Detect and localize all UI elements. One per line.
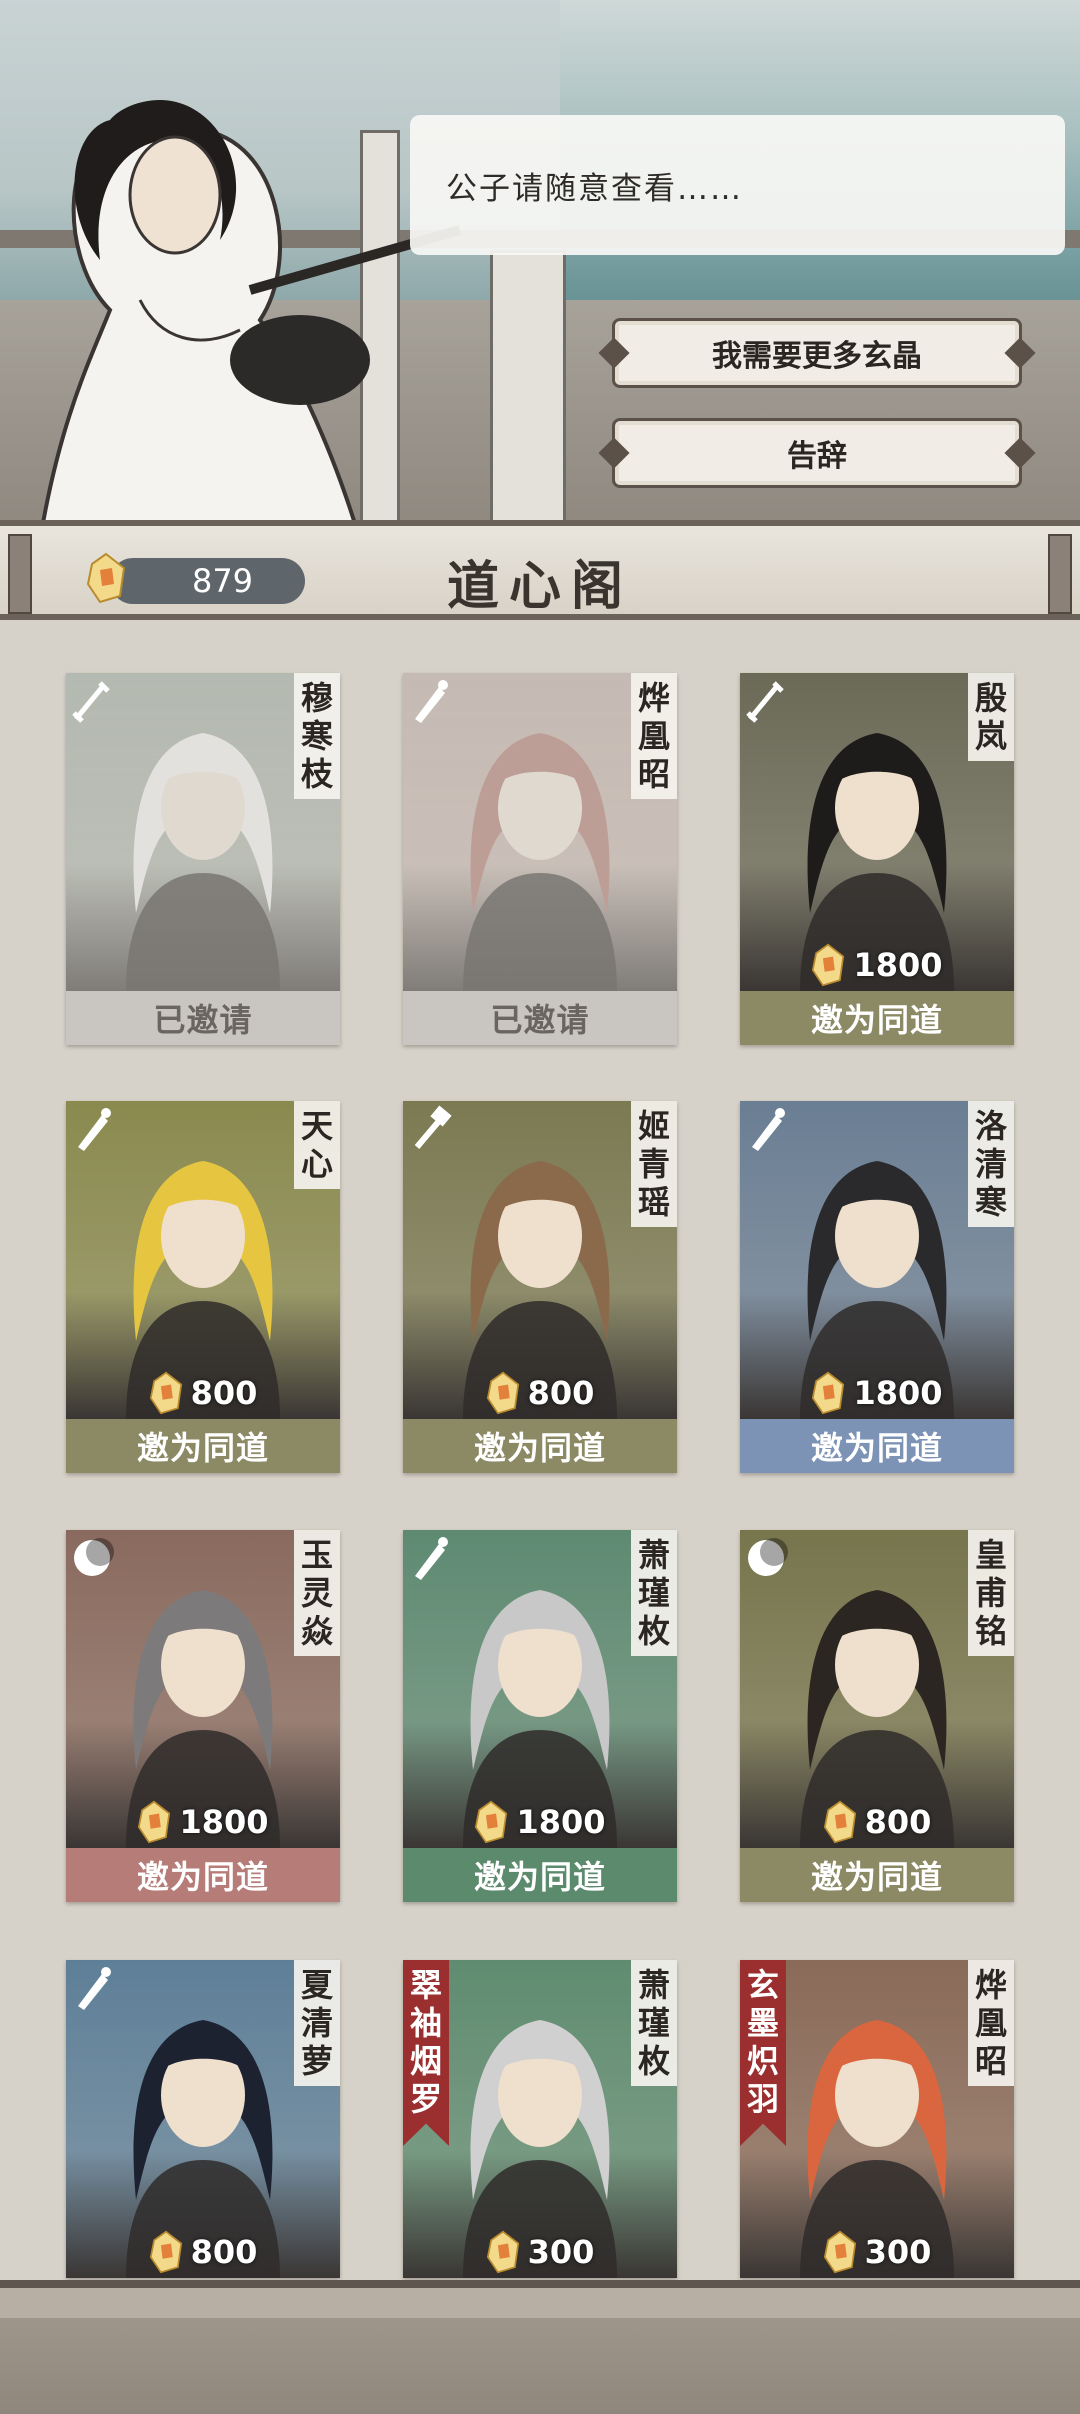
farewell-button[interactable]: 告辞 xyxy=(612,418,1022,488)
companion-card[interactable]: 1800 殷岚邀为同道 xyxy=(740,673,1014,1045)
price-value: 1800 xyxy=(179,1803,269,1841)
price-value: 1800 xyxy=(853,1374,943,1412)
companion-card[interactable]: 穆寒枝已邀请 xyxy=(66,673,340,1045)
price-value: 800 xyxy=(864,1803,932,1841)
companion-card[interactable]: 1800 玉灵焱邀为同道 xyxy=(66,1530,340,1902)
price-value: 1800 xyxy=(853,946,943,984)
price-value: 800 xyxy=(527,1374,595,1412)
companion-card[interactable]: 800 姬青瑶邀为同道 xyxy=(403,1101,677,1473)
companion-name: 姬青瑶 xyxy=(631,1101,677,1227)
invite-button[interactable]: 邀为同道 xyxy=(403,1848,677,1902)
crystal-icon xyxy=(486,2230,519,2274)
crystal-icon xyxy=(812,1371,845,1415)
companion-name: 穆寒枝 xyxy=(294,673,340,799)
crystal-icon xyxy=(823,1800,856,1844)
companion-card[interactable]: 800 夏清萝 xyxy=(66,1960,340,2278)
crystal-icon xyxy=(486,1371,519,1415)
companion-card[interactable]: 1800 洛清寒邀为同道 xyxy=(740,1101,1014,1473)
skin-tag: 玄墨炽羽 xyxy=(740,1960,786,2146)
price-value: 300 xyxy=(864,2233,932,2271)
dialog-text: 公子请随意查看…… xyxy=(446,170,743,207)
price-value: 800 xyxy=(190,2233,258,2271)
hammer-icon xyxy=(414,1105,452,1149)
crystal-icon xyxy=(475,1800,508,1844)
invite-button[interactable]: 邀为同道 xyxy=(66,1848,340,1902)
companion-card[interactable]: 烨凰昭已邀请 xyxy=(403,673,677,1045)
companion-card[interactable]: 800 皇甫铭邀为同道 xyxy=(740,1530,1014,1902)
companion-name: 殷岚 xyxy=(968,673,1014,761)
invite-button[interactable]: 邀为同道 xyxy=(66,1419,340,1473)
pillar xyxy=(490,250,566,540)
crystal-icon xyxy=(149,2230,182,2274)
price-label: 1800 xyxy=(403,1800,677,1844)
pen-icon xyxy=(415,680,448,723)
skin-tag: 翠袖烟罗 xyxy=(403,1960,449,2146)
price-label: 1800 xyxy=(740,943,1014,987)
price-label: 800 xyxy=(740,1800,1014,1844)
price-label: 800 xyxy=(66,1371,340,1415)
companion-name: 萧瑾枚 xyxy=(631,1530,677,1656)
price-label: 1800 xyxy=(740,1371,1014,1415)
crystal-icon xyxy=(149,1371,182,1415)
companion-card[interactable]: 300 翠袖烟罗 萧瑾枚 xyxy=(403,1960,677,2278)
shop-title-bar: 879 道心阁 xyxy=(0,520,1080,620)
need-more-crystal-button[interactable]: 我需要更多玄晶 xyxy=(612,318,1022,388)
companion-card[interactable]: 800 天心邀为同道 xyxy=(66,1101,340,1473)
npc-lady-portrait xyxy=(37,100,462,540)
companion-name: 玉灵焱 xyxy=(294,1530,340,1656)
invite-button[interactable]: 邀为同道 xyxy=(740,1419,1014,1473)
companion-name: 烨凰昭 xyxy=(631,673,677,799)
companion-name: 皇甫铭 xyxy=(968,1530,1014,1656)
companion-name: 天心 xyxy=(294,1101,340,1189)
sword-icon xyxy=(72,681,110,723)
invited-status: 已邀请 xyxy=(403,991,677,1045)
invited-status: 已邀请 xyxy=(66,991,340,1045)
price-label: 300 xyxy=(740,2230,1014,2274)
bottom-frame-trim xyxy=(0,2288,1080,2318)
invite-button[interactable]: 邀为同道 xyxy=(740,991,1014,1045)
companion-name: 夏清萝 xyxy=(294,1960,340,2086)
crystal-icon xyxy=(812,943,845,987)
companion-name: 烨凰昭 xyxy=(968,1960,1014,2086)
price-value: 300 xyxy=(527,2233,595,2271)
bottom-frame xyxy=(0,2280,1080,2414)
moon-icon xyxy=(748,1538,788,1576)
price-value: 800 xyxy=(190,1374,258,1412)
companion-card[interactable]: 300 玄墨炽羽 烨凰昭 xyxy=(740,1960,1014,2278)
pen-icon xyxy=(415,1537,448,1580)
pen-icon xyxy=(78,1967,111,2010)
price-value: 1800 xyxy=(516,1803,606,1841)
pen-icon xyxy=(78,1108,111,1151)
companion-card[interactable]: 1800 萧瑾枚邀为同道 xyxy=(403,1530,677,1902)
pen-icon xyxy=(752,1108,785,1151)
invite-button[interactable]: 邀为同道 xyxy=(740,1848,1014,1902)
price-label: 800 xyxy=(66,2230,340,2274)
moon-icon xyxy=(74,1538,114,1576)
price-label: 1800 xyxy=(66,1800,340,1844)
companion-name: 洛清寒 xyxy=(968,1101,1014,1227)
npc-dialog-box: 公子请随意查看…… xyxy=(410,115,1065,255)
sword-icon xyxy=(746,681,784,723)
price-label: 800 xyxy=(403,1371,677,1415)
farewell-label: 告辞 xyxy=(787,439,847,474)
crystal-icon xyxy=(138,1800,171,1844)
price-label: 300 xyxy=(403,2230,677,2274)
need-more-crystal-label: 我需要更多玄晶 xyxy=(712,339,922,374)
companion-name: 萧瑾枚 xyxy=(631,1960,677,2086)
crystal-icon xyxy=(823,2230,856,2274)
shop-title: 道心阁 xyxy=(446,556,633,617)
invite-button[interactable]: 邀为同道 xyxy=(403,1419,677,1473)
